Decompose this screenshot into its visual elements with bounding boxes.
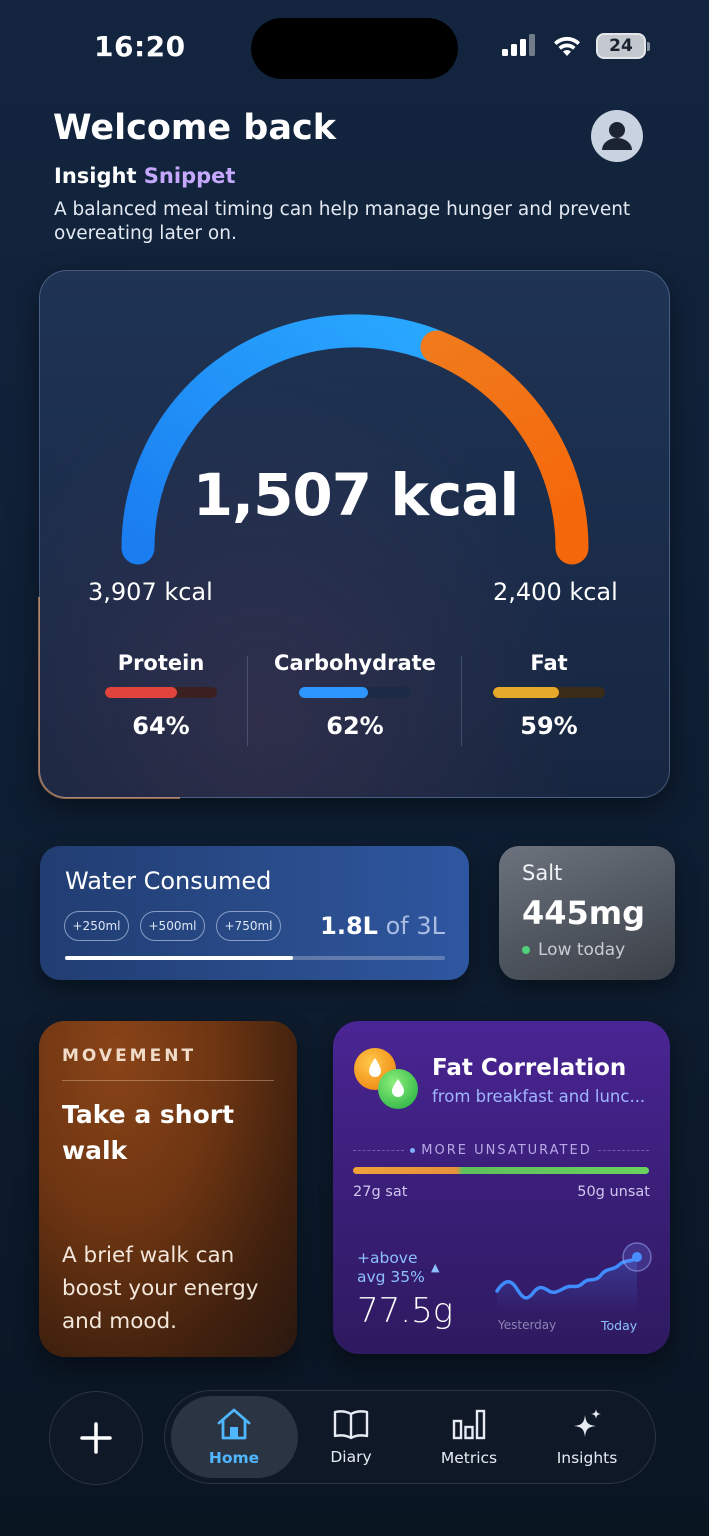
tab-bar: Home Diary Metrics Insights [164, 1390, 656, 1484]
tab-home[interactable]: Home [175, 1391, 293, 1483]
fat-total-value: 77.5g [357, 1291, 454, 1331]
battery-icon: 24 [596, 33, 650, 59]
plus-icon [80, 1422, 112, 1454]
insight-text: A balanced meal timing can help manage h… [54, 199, 631, 244]
dashed-line [597, 1150, 649, 1151]
macro-bar-fill [299, 687, 369, 698]
tab-insights[interactable]: Insights [528, 1391, 646, 1483]
book-icon [333, 1410, 369, 1440]
add-250ml-button[interactable]: +250ml [64, 911, 129, 941]
calories-consumed: 1,507 kcal [192, 461, 520, 529]
macro-percent: 64% [132, 712, 190, 740]
macro-bar [299, 687, 411, 698]
calorie-card[interactable]: 1,507 kcal 3,907 kcal 2,400 kcal Protein… [38, 270, 670, 799]
dashed-line [353, 1150, 405, 1151]
dynamic-island [251, 18, 458, 79]
macro-percent: 62% [326, 712, 384, 740]
page-title: Welcome back [53, 108, 336, 148]
sparkles-icon [574, 1409, 601, 1437]
insight-heading: Insight Snippet [54, 164, 235, 188]
macro-label: Fat [530, 651, 568, 675]
calories-left-label: 3,907 kcal [88, 578, 213, 606]
fat-correlation-subtitle: from breakfast and lunc... [432, 1087, 646, 1106]
more-unsaturated-indicator: MORE UNSATURATED [353, 1143, 649, 1158]
tab-diary[interactable]: Diary [292, 1391, 410, 1483]
status-time: 16:20 [94, 30, 186, 63]
wifi-icon [554, 36, 580, 56]
tab-label: Home [208, 1449, 260, 1467]
tab-metrics[interactable]: Metrics [410, 1391, 528, 1483]
fat-correlation-card[interactable]: Fat Correlation from breakfast and lunc.… [333, 1021, 670, 1354]
macro-label: Carbohydrate [274, 651, 436, 675]
signal-icon [502, 34, 535, 56]
movement-tag: MOVEMENT [62, 1046, 197, 1066]
salt-value: 445mg [522, 894, 646, 932]
water-progress [65, 956, 445, 960]
macro-label: Protein [117, 651, 205, 675]
indicator-dot-icon [410, 1148, 416, 1153]
water-title: Water Consumed [65, 867, 272, 895]
movement-description: A brief walk can boost your energy and m… [62, 1243, 259, 1334]
avatar[interactable] [591, 110, 643, 162]
macro-bar-fill [105, 687, 177, 698]
saturated-fat-value: 27g sat [353, 1184, 408, 1200]
movement-title: Take a short walk [62, 1100, 235, 1165]
home-icon [217, 1408, 251, 1440]
status-icons: 24 [502, 33, 650, 59]
salt-title: Salt [522, 861, 563, 885]
tab-label: Insights [556, 1449, 618, 1467]
macro-fat: Fat 59% [454, 651, 644, 740]
macro-bar [105, 687, 217, 698]
movement-card[interactable]: MOVEMENT Take a short walk A brief walk … [39, 1021, 297, 1357]
fat-drops-icon [354, 1048, 418, 1109]
up-arrow-icon: ▲ [431, 1261, 440, 1274]
macro-bar [493, 687, 605, 698]
add-750ml-button[interactable]: +750ml [216, 911, 281, 941]
water-consumed-value: 1.8L [320, 912, 378, 940]
divider [62, 1080, 274, 1081]
salt-card[interactable]: Salt 445mg Low today [499, 846, 675, 980]
yesterday-label: Yesterday [498, 1318, 557, 1332]
water-amount: 1.8L of 3L [320, 912, 445, 940]
divider [247, 656, 248, 746]
fat-correlation-title: Fat Correlation [432, 1055, 627, 1081]
tab-label: Diary [330, 1448, 372, 1466]
macro-percent: 59% [520, 712, 578, 740]
water-progress-fill [65, 956, 293, 960]
user-icon [602, 122, 632, 150]
water-goal: of 3L [385, 912, 445, 940]
bar-chart-icon [452, 1409, 486, 1440]
status-dot-icon [522, 946, 530, 954]
salt-status-text: Low today [538, 940, 626, 960]
water-card[interactable]: Water Consumed +250ml +500ml +750ml 1.8L… [40, 846, 469, 980]
macro-carbohydrate: Carbohydrate 62% [260, 651, 450, 740]
today-label: Today [601, 1318, 638, 1333]
fat-ratio-bar [353, 1167, 649, 1174]
unsaturated-fat-value: 50g unsat [577, 1184, 650, 1200]
calories-right-label: 2,400 kcal [493, 578, 618, 606]
add-button[interactable] [49, 1391, 143, 1485]
macro-bar-fill [493, 687, 560, 698]
calorie-gauge [121, 314, 589, 565]
add-500ml-button[interactable]: +500ml [140, 911, 205, 941]
salt-status: Low today [522, 940, 625, 960]
more-unsaturated-label: MORE UNSATURATED [421, 1143, 592, 1158]
macro-protein: Protein 64% [66, 651, 256, 740]
insight-label: Insight [54, 164, 137, 188]
snippet-label: Snippet [143, 164, 236, 188]
tab-label: Metrics [440, 1449, 498, 1467]
